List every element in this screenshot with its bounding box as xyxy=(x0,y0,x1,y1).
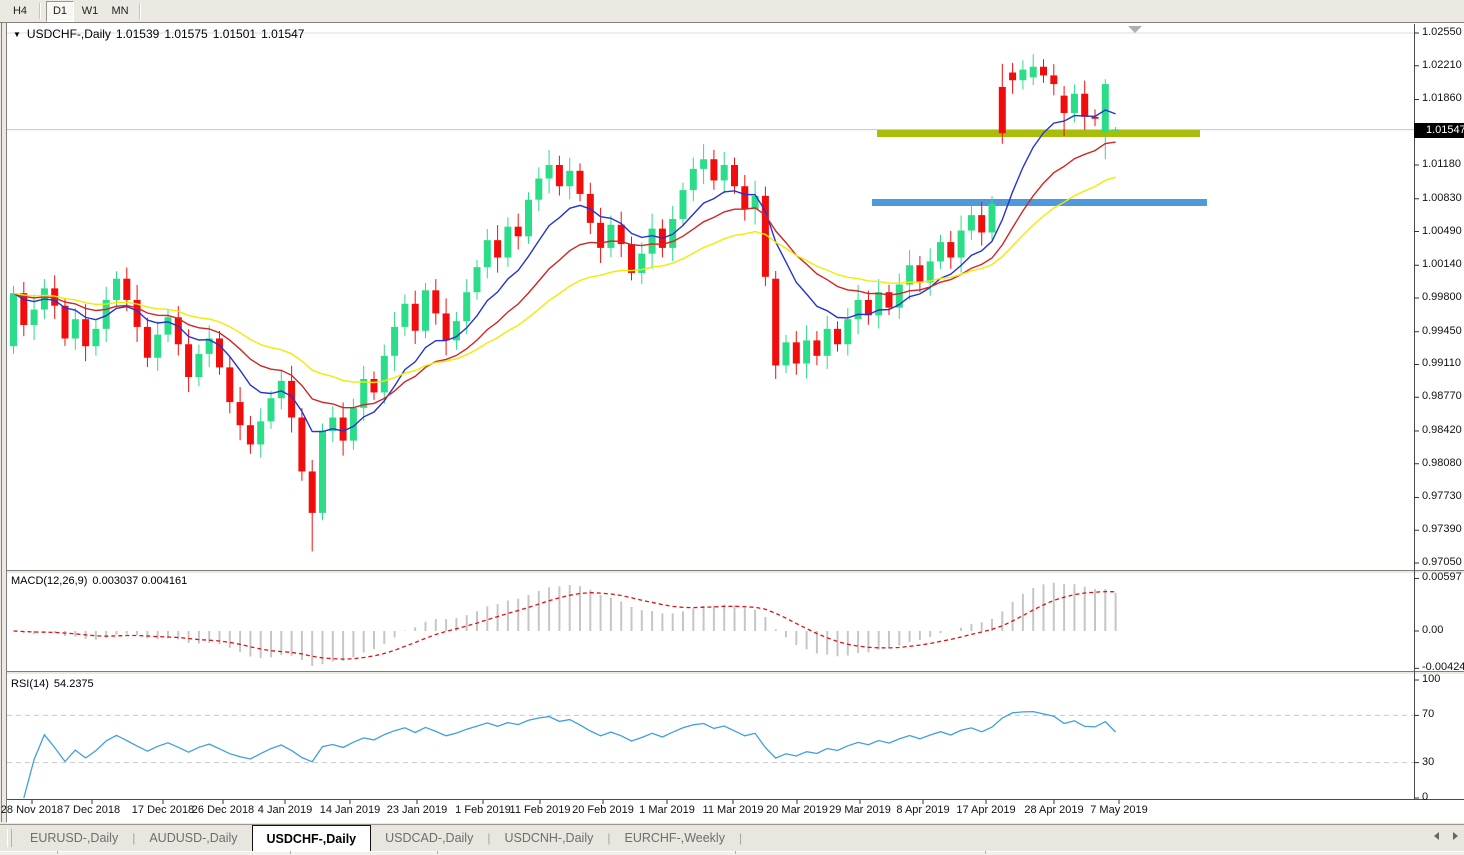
price-axis-label: 1.01860 xyxy=(1422,92,1462,104)
price-axis-label: 0.99450 xyxy=(1422,325,1462,337)
ma-fast-blue xyxy=(14,110,1116,432)
symbol-name: USDCHF-,Daily xyxy=(27,27,111,41)
scroll-left-icon[interactable] xyxy=(1434,832,1439,840)
chart-tab-bar: EURUSD-,Daily | AUDUSD-,DailyUSDCHF-,Daily… xyxy=(0,824,1464,851)
chart-tab-eurchf[interactable]: EURCHF-,Weekly xyxy=(610,825,738,851)
rsi-value: 54.2375 xyxy=(54,678,94,690)
price-axis-label: 0.99110 xyxy=(1422,357,1461,369)
price-axis-label: 0.99800 xyxy=(1422,291,1462,303)
rsi-axis-label: 0 xyxy=(1422,791,1428,803)
price-axis-label: 1.00830 xyxy=(1422,192,1462,204)
price-open: 1.01539 xyxy=(116,27,159,41)
current-price-tag[interactable]: 1.01547 xyxy=(1414,123,1464,138)
tab-scroll-arrows xyxy=(1434,832,1458,840)
resistance-level-line[interactable] xyxy=(877,130,1200,137)
price-grid xyxy=(7,33,1414,130)
price-axis-label: 0.97390 xyxy=(1422,523,1462,535)
macd-signal-line xyxy=(14,592,1116,660)
rsi-label: RSI(14) 54.2375 xyxy=(11,678,99,690)
candlestick-series xyxy=(10,54,1119,551)
price-axis-label: 1.00140 xyxy=(1422,258,1462,270)
macd-axis-label: -0.004243 xyxy=(1422,661,1464,673)
macd-histogram xyxy=(14,583,1116,666)
macd-label: MACD(12,26,9) 0.003037 0.004161 xyxy=(11,575,192,587)
price-axis-label: 1.01180 xyxy=(1422,158,1461,170)
price-high: 1.01575 xyxy=(164,27,207,41)
tab-bar-grip[interactable] xyxy=(7,829,12,847)
support-level-line[interactable] xyxy=(872,199,1207,206)
rsi-line xyxy=(24,712,1116,798)
price-axis-label: 1.00490 xyxy=(1422,225,1462,237)
collapse-triangle-icon[interactable]: ▼ xyxy=(13,30,21,39)
price-close: 1.01547 xyxy=(261,27,304,41)
rsi-axis-label: 30 xyxy=(1422,756,1434,768)
chart-tab-usdcnh[interactable]: USDCNH-,Daily xyxy=(490,825,607,851)
chart-plot[interactable] xyxy=(0,0,1464,854)
chart-tab-usdcad[interactable]: USDCAD-,Daily xyxy=(371,825,487,851)
macd-axis-label: 0.00597 xyxy=(1422,571,1462,583)
macd-axis-label: 0.00 xyxy=(1422,624,1443,636)
chart-tab-eurusd[interactable]: EURUSD-,Daily xyxy=(16,825,132,851)
price-low: 1.01501 xyxy=(213,27,256,41)
rsi-axis-label: 100 xyxy=(1422,673,1440,685)
status-strip xyxy=(0,851,1464,855)
macd-values: 0.003037 0.004161 xyxy=(92,575,187,587)
macd-name: MACD(12,26,9) xyxy=(11,575,87,587)
price-axis-label: 0.97730 xyxy=(1422,490,1462,502)
tab-separator: | xyxy=(739,825,742,851)
time-axis-label: 7 May 2019 xyxy=(1074,804,1164,816)
price-axis-label: 1.02550 xyxy=(1422,26,1462,38)
price-axis-label: 0.97050 xyxy=(1422,556,1462,568)
price-axis-label: 0.98770 xyxy=(1422,390,1462,402)
price-axis-label: 0.98080 xyxy=(1422,457,1462,469)
chart-title: ▼ USDCHF-,Daily 1.01539 1.01575 1.01501 … xyxy=(13,27,309,41)
price-axis-label: 1.02210 xyxy=(1422,59,1462,71)
rsi-name: RSI(14) xyxy=(11,678,49,690)
rsi-panel-plot xyxy=(7,712,1414,798)
chart-shift-marker-icon[interactable] xyxy=(1128,26,1142,33)
price-axis-label: 0.98420 xyxy=(1422,424,1462,436)
chart-tab-audusd[interactable]: AUDUSD-,Daily xyxy=(135,825,251,851)
chart-tab-usdchf[interactable]: USDCHF-,Daily xyxy=(252,825,372,851)
scroll-right-icon[interactable] xyxy=(1453,832,1458,840)
rsi-axis-label: 70 xyxy=(1422,708,1434,720)
moving-average-lines xyxy=(14,110,1116,432)
